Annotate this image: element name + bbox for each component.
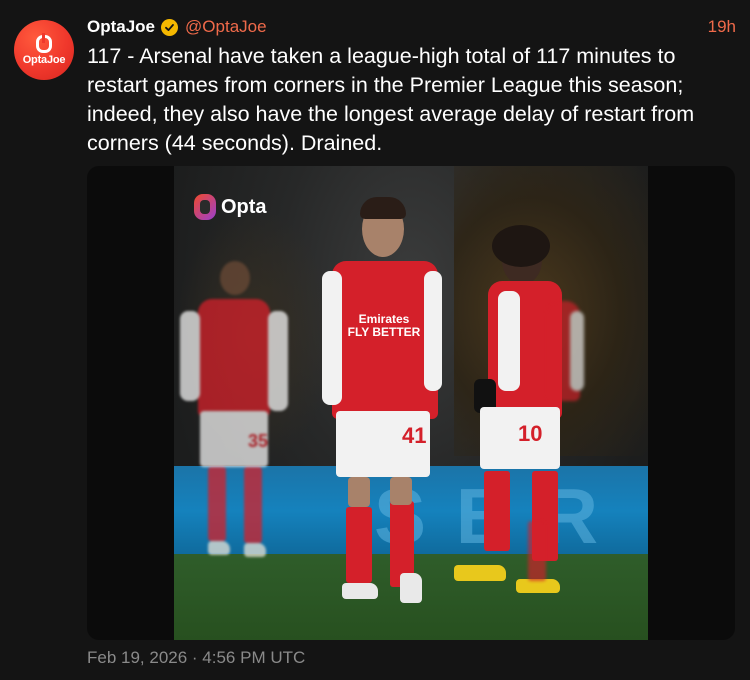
- tweet-photo[interactable]: S B R O 35 Emi: [174, 166, 648, 640]
- verified-badge-icon: [161, 18, 179, 36]
- opta-logo-text: Opta: [221, 195, 267, 218]
- shorts-number-41: 41: [402, 423, 427, 448]
- avatar-text: OptaJoe: [22, 53, 66, 66]
- tweet-text: 117 - Arsenal have taken a league-high t…: [87, 44, 695, 155]
- time-ago[interactable]: 19h: [708, 17, 736, 37]
- opta-watermark: Opta: [194, 194, 267, 220]
- opta-logo-icon: [36, 32, 52, 53]
- player-center: Emirates FLY BETTER 41: [322, 197, 444, 611]
- tweet-timestamp[interactable]: Feb 19, 2026 · 4:56 PM UTC: [87, 648, 305, 668]
- avatar[interactable]: OptaJoe: [14, 20, 74, 80]
- shirt-sponsor: Emirates FLY BETTER: [347, 312, 421, 339]
- handle-link[interactable]: @OptaJoe: [185, 17, 267, 37]
- tweet: OptaJoe OptaJoe @OptaJoe 19h 117 - Arsen…: [0, 0, 750, 680]
- player-left: 35: [180, 261, 290, 581]
- display-name[interactable]: OptaJoe: [87, 17, 155, 37]
- media-container[interactable]: S B R O 35 Emi: [87, 166, 735, 640]
- player-far-right: [474, 301, 584, 601]
- shorts-number-35: 35: [248, 431, 269, 451]
- opta-logo-icon: [194, 194, 216, 220]
- tweet-header: OptaJoe @OptaJoe 19h: [87, 14, 736, 40]
